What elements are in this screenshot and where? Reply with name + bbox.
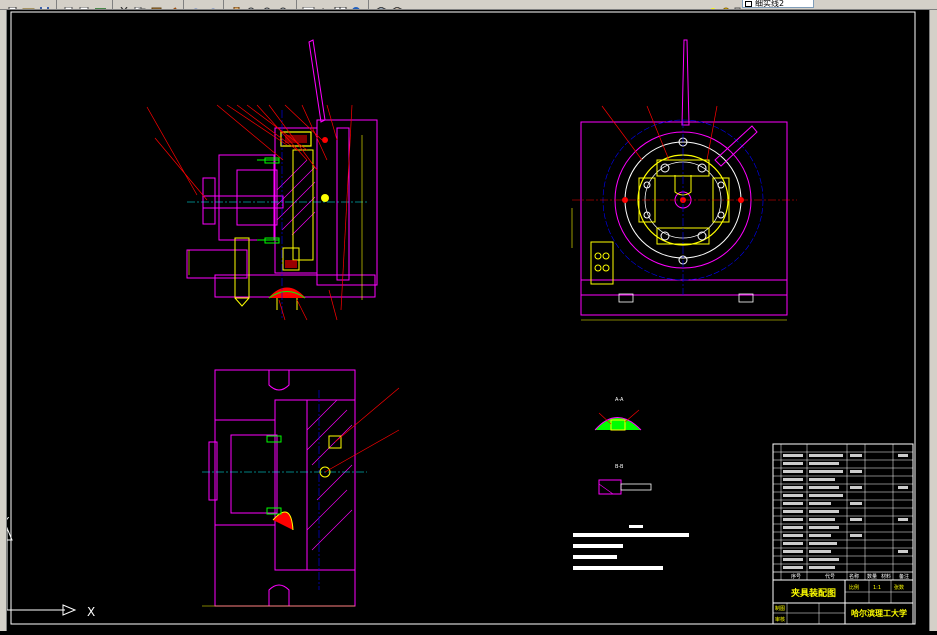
drawn-by-label: 制图 — [775, 605, 785, 612]
toolbar-separator — [56, 0, 57, 9]
bom-header-name: 名称 — [849, 573, 859, 580]
layer-on-icon[interactable] — [707, 0, 720, 9]
bom-header-no: 序号 — [791, 573, 801, 580]
bom-header-qty: 数量 — [867, 573, 877, 580]
ucs-y-label: Y — [7, 516, 10, 527]
cut-icon[interactable] — [118, 0, 131, 9]
ucs-icon: X Y — [1, 516, 95, 619]
toolbar-separator — [223, 0, 224, 9]
layer-state-icon[interactable] — [391, 0, 404, 9]
help-icon[interactable]: ? — [350, 0, 363, 9]
handle-side — [681, 39, 690, 126]
top-view — [202, 369, 400, 607]
zoom-window-icon[interactable] — [262, 0, 275, 9]
table-icon[interactable] — [334, 0, 347, 9]
drawing-canvas[interactable]: A-A B-B 序号 代号 名称 数量 材料 备注 夹具装配图 比例 1:1 张… — [1, 10, 929, 631]
copy-icon[interactable] — [134, 0, 147, 9]
title-block: 序号 代号 名称 数量 材料 备注 夹具装配图 比例 1:1 张数 制图 审核 … — [772, 443, 914, 625]
drawing-title: 夹具装配图 — [791, 587, 836, 599]
publish-icon[interactable] — [94, 0, 107, 9]
right-scrollbar[interactable] — [929, 10, 937, 631]
section-detail-b: B-B — [598, 464, 652, 495]
technical-requirements — [573, 525, 689, 570]
save-icon[interactable] — [38, 0, 51, 9]
text-style-icon[interactable]: A — [318, 0, 331, 9]
toolbar-separator — [112, 0, 113, 9]
layer-color-swatch — [745, 1, 752, 7]
section-label-a: A-A — [615, 397, 624, 403]
scale-value: 1:1 — [873, 585, 881, 591]
toolbar-separator — [183, 0, 184, 9]
handle-lever — [308, 39, 326, 123]
pan-icon[interactable] — [230, 0, 243, 9]
open-icon[interactable] — [22, 0, 35, 9]
front-section-view — [146, 39, 378, 321]
bom-header-remarks: 备注 — [899, 573, 909, 580]
toolbar-separator — [296, 0, 297, 9]
sheet-label: 张数 — [894, 584, 904, 591]
undo-icon[interactable] — [190, 0, 203, 9]
school-name: 哈尔滨理工大学 — [851, 608, 907, 618]
print-icon[interactable] — [62, 0, 75, 9]
left-dock-strip — [0, 10, 7, 631]
scale-label: 比例 — [849, 584, 859, 591]
ucs-x-label: X — [87, 605, 95, 619]
layer-dropdown[interactable]: 细实线2 — [742, 0, 814, 8]
zoom-previous-icon[interactable] — [278, 0, 291, 9]
bom-header-code: 代号 — [825, 573, 835, 580]
toolbar-separator — [368, 0, 369, 9]
properties-icon[interactable] — [302, 0, 315, 9]
section-detail-a: A-A — [594, 397, 642, 431]
section-label-b: B-B — [615, 464, 624, 470]
checked-by-label: 审核 — [775, 616, 785, 623]
layer-manager-icon[interactable] — [375, 0, 388, 9]
zoom-realtime-icon[interactable] — [246, 0, 259, 9]
layer-dropdown-value: 细实线2 — [755, 0, 785, 8]
redo-icon[interactable] — [206, 0, 219, 9]
bom-header-material: 材料 — [881, 573, 891, 580]
side-view — [571, 39, 797, 321]
workpiece-arc — [268, 287, 306, 299]
matchprop-icon[interactable] — [166, 0, 179, 9]
paste-icon[interactable] — [150, 0, 163, 9]
preview-icon[interactable] — [78, 0, 91, 9]
new-icon[interactable] — [6, 0, 19, 9]
standard-toolbar: A ? 细实线2 — [0, 0, 937, 10]
